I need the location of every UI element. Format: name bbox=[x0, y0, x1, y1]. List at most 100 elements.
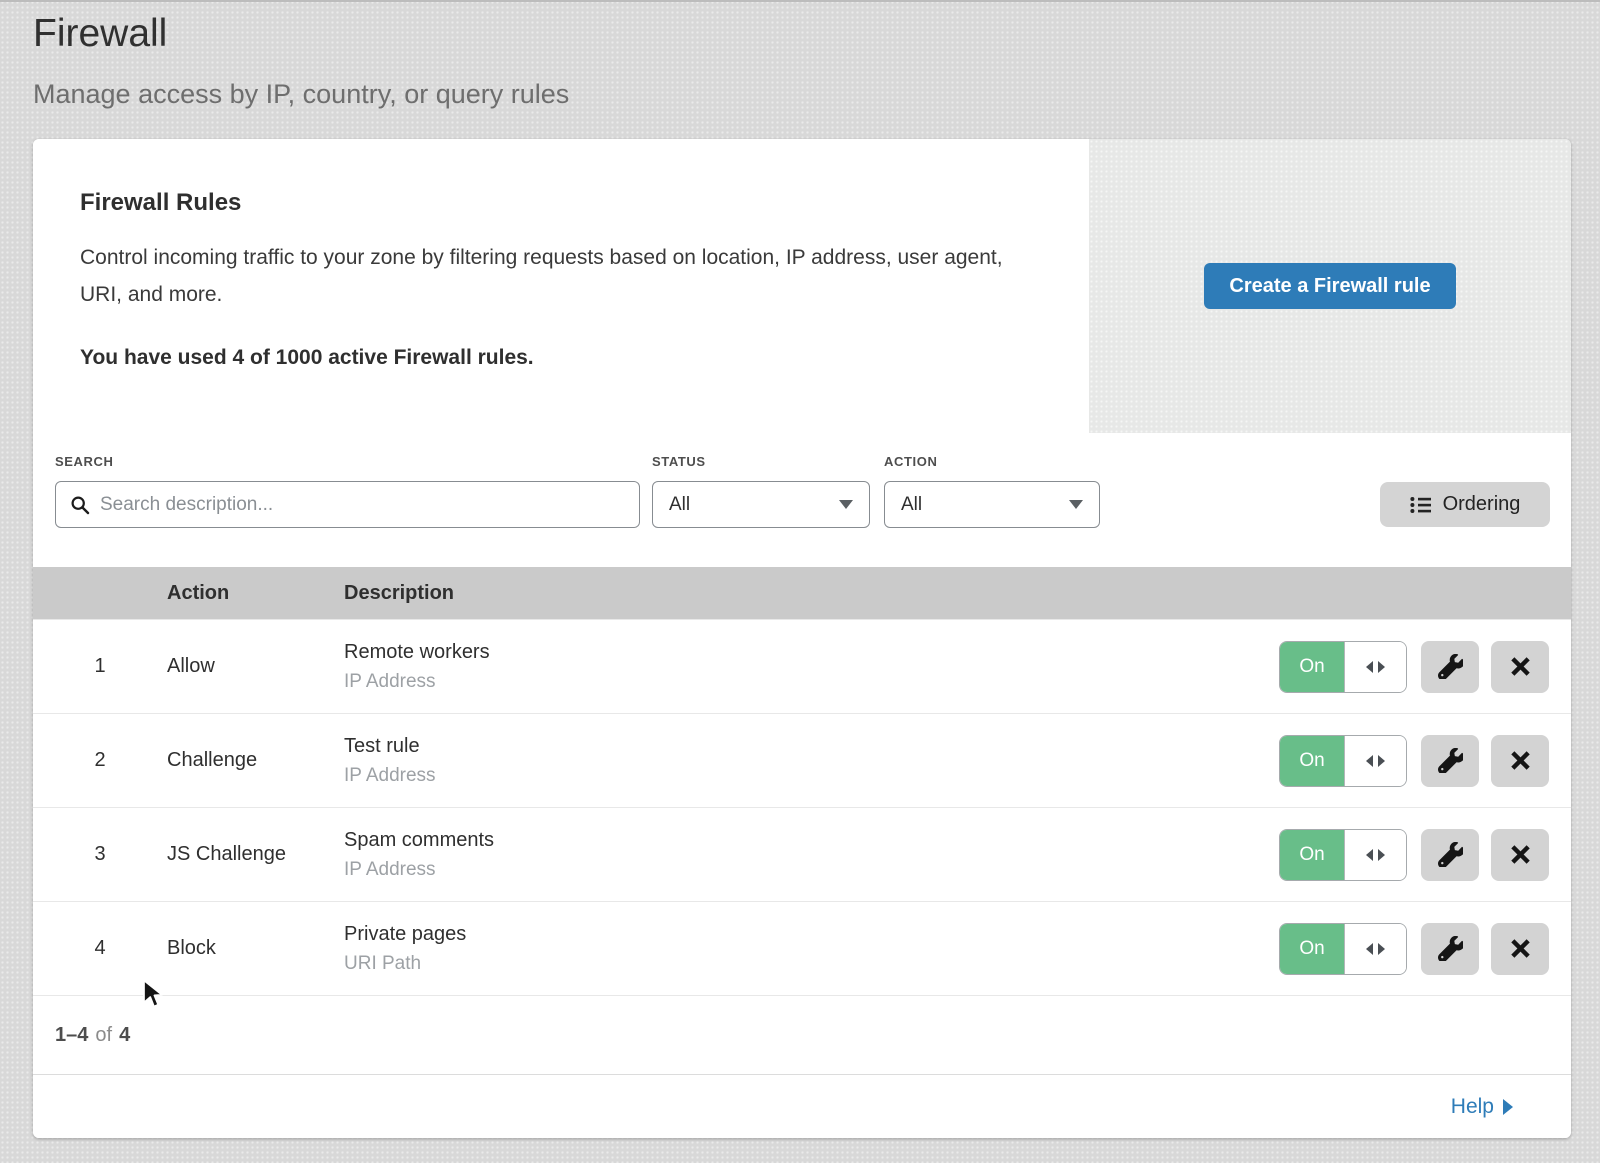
table-row: 4 Block Private pages URI Path On bbox=[33, 901, 1571, 995]
toggle-on-label: On bbox=[1280, 924, 1344, 974]
rule-action: Block bbox=[167, 937, 344, 960]
status-label: STATUS bbox=[652, 454, 870, 469]
intro-description: Control incoming traffic to your zone by… bbox=[80, 239, 1029, 313]
ordering-button-label: Ordering bbox=[1443, 493, 1521, 516]
action-label: ACTION bbox=[884, 454, 1100, 469]
rules-table-header: Action Description bbox=[33, 567, 1571, 619]
page-title: Firewall bbox=[33, 10, 1600, 58]
toggle-on-label: On bbox=[1280, 642, 1344, 692]
caret-left-icon bbox=[1366, 661, 1373, 673]
caret-right-icon bbox=[1378, 943, 1385, 955]
toggle-handle[interactable] bbox=[1344, 642, 1406, 692]
chevron-down-icon bbox=[1069, 500, 1083, 509]
search-box[interactable] bbox=[55, 481, 640, 528]
rule-description-cell: Spam comments IP Address bbox=[344, 828, 1279, 881]
rule-enabled-toggle[interactable]: On bbox=[1279, 641, 1407, 693]
close-icon bbox=[1509, 843, 1532, 866]
toggle-on-label: On bbox=[1280, 830, 1344, 880]
description-column-header: Description bbox=[344, 582, 1279, 605]
rule-description: Spam comments bbox=[344, 828, 1279, 852]
search-icon bbox=[70, 495, 90, 515]
rule-match-type: IP Address bbox=[344, 671, 1279, 693]
caret-right-icon bbox=[1503, 1099, 1513, 1115]
status-select-value: All bbox=[669, 494, 690, 516]
delete-rule-button[interactable] bbox=[1491, 829, 1549, 881]
action-filter-group: ACTION All bbox=[884, 454, 1100, 528]
help-link[interactable]: Help bbox=[1451, 1095, 1513, 1119]
table-row: 2 Challenge Test rule IP Address On bbox=[33, 713, 1571, 807]
edit-rule-button[interactable] bbox=[1421, 923, 1479, 975]
rule-description: Remote workers bbox=[344, 640, 1279, 664]
rule-description-cell: Remote workers IP Address bbox=[344, 640, 1279, 693]
table-row: 3 JS Challenge Spam comments IP Address … bbox=[33, 807, 1571, 901]
intro-heading: Firewall Rules bbox=[80, 189, 1029, 217]
table-row: 1 Allow Remote workers IP Address On bbox=[33, 619, 1571, 713]
rule-description: Test rule bbox=[344, 734, 1279, 758]
delete-rule-button[interactable] bbox=[1491, 641, 1549, 693]
rule-match-type: IP Address bbox=[344, 859, 1279, 881]
edit-rule-button[interactable] bbox=[1421, 641, 1479, 693]
page-header: Firewall Manage access by IP, country, o… bbox=[0, 2, 1600, 111]
search-input[interactable] bbox=[100, 494, 625, 516]
status-filter-group: STATUS All bbox=[652, 454, 870, 528]
action-select-value: All bbox=[901, 494, 922, 516]
rule-priority: 3 bbox=[33, 843, 167, 866]
wrench-icon bbox=[1438, 936, 1463, 961]
pagination-total: 4 bbox=[119, 1024, 130, 1047]
firewall-rules-card: Firewall Rules Control incoming traffic … bbox=[33, 139, 1571, 1138]
edit-rule-button[interactable] bbox=[1421, 735, 1479, 787]
rule-description-cell: Private pages URI Path bbox=[344, 922, 1279, 975]
rule-enabled-toggle[interactable]: On bbox=[1279, 735, 1407, 787]
page-subtitle: Manage access by IP, country, or query r… bbox=[33, 77, 1600, 111]
rule-match-type: IP Address bbox=[344, 765, 1279, 787]
rule-priority: 4 bbox=[33, 937, 167, 960]
caret-left-icon bbox=[1366, 755, 1373, 767]
rule-description-cell: Test rule IP Address bbox=[344, 734, 1279, 787]
card-intro-section: Firewall Rules Control incoming traffic … bbox=[33, 139, 1571, 433]
rule-controls: On bbox=[1279, 829, 1571, 881]
create-firewall-rule-button[interactable]: Create a Firewall rule bbox=[1204, 263, 1455, 309]
ordering-button[interactable]: Ordering bbox=[1380, 482, 1550, 527]
action-select[interactable]: All bbox=[884, 481, 1100, 528]
rule-controls: On bbox=[1279, 735, 1571, 787]
rule-action: JS Challenge bbox=[167, 843, 344, 866]
close-icon bbox=[1509, 749, 1532, 772]
action-column-header: Action bbox=[167, 582, 344, 605]
pagination-of-label: of bbox=[95, 1024, 112, 1047]
rule-priority: 2 bbox=[33, 749, 167, 772]
rules-table-body: 1 Allow Remote workers IP Address On bbox=[33, 619, 1571, 995]
delete-rule-button[interactable] bbox=[1491, 735, 1549, 787]
delete-rule-button[interactable] bbox=[1491, 923, 1549, 975]
filters-bar: SEARCH STATUS All ACTION All bbox=[33, 433, 1571, 567]
pagination-bar: 1–4 of 4 bbox=[33, 995, 1571, 1074]
wrench-icon bbox=[1438, 748, 1463, 773]
rule-priority: 1 bbox=[33, 655, 167, 678]
search-label: SEARCH bbox=[55, 454, 640, 469]
intro-side-panel: Create a Firewall rule bbox=[1089, 139, 1571, 433]
chevron-down-icon bbox=[839, 500, 853, 509]
caret-right-icon bbox=[1378, 849, 1385, 861]
intro-usage-count: You have used 4 of 1000 active Firewall … bbox=[80, 346, 1029, 370]
caret-right-icon bbox=[1378, 755, 1385, 767]
status-select[interactable]: All bbox=[652, 481, 870, 528]
edit-rule-button[interactable] bbox=[1421, 829, 1479, 881]
toggle-handle[interactable] bbox=[1344, 924, 1406, 974]
rule-description: Private pages bbox=[344, 922, 1279, 946]
pagination-range: 1–4 bbox=[55, 1024, 88, 1047]
rule-enabled-toggle[interactable]: On bbox=[1279, 923, 1407, 975]
rule-action: Challenge bbox=[167, 749, 344, 772]
rule-controls: On bbox=[1279, 923, 1571, 975]
rule-match-type: URI Path bbox=[344, 953, 1279, 975]
toggle-on-label: On bbox=[1280, 736, 1344, 786]
card-footer: Help bbox=[33, 1074, 1571, 1138]
rule-action: Allow bbox=[167, 655, 344, 678]
search-filter-group: SEARCH bbox=[55, 454, 640, 528]
close-icon bbox=[1509, 937, 1532, 960]
toggle-handle[interactable] bbox=[1344, 736, 1406, 786]
wrench-icon bbox=[1438, 654, 1463, 679]
rule-enabled-toggle[interactable]: On bbox=[1279, 829, 1407, 881]
toggle-handle[interactable] bbox=[1344, 830, 1406, 880]
help-link-label: Help bbox=[1451, 1095, 1494, 1119]
close-icon bbox=[1509, 655, 1532, 678]
list-ordering-icon bbox=[1410, 496, 1432, 514]
